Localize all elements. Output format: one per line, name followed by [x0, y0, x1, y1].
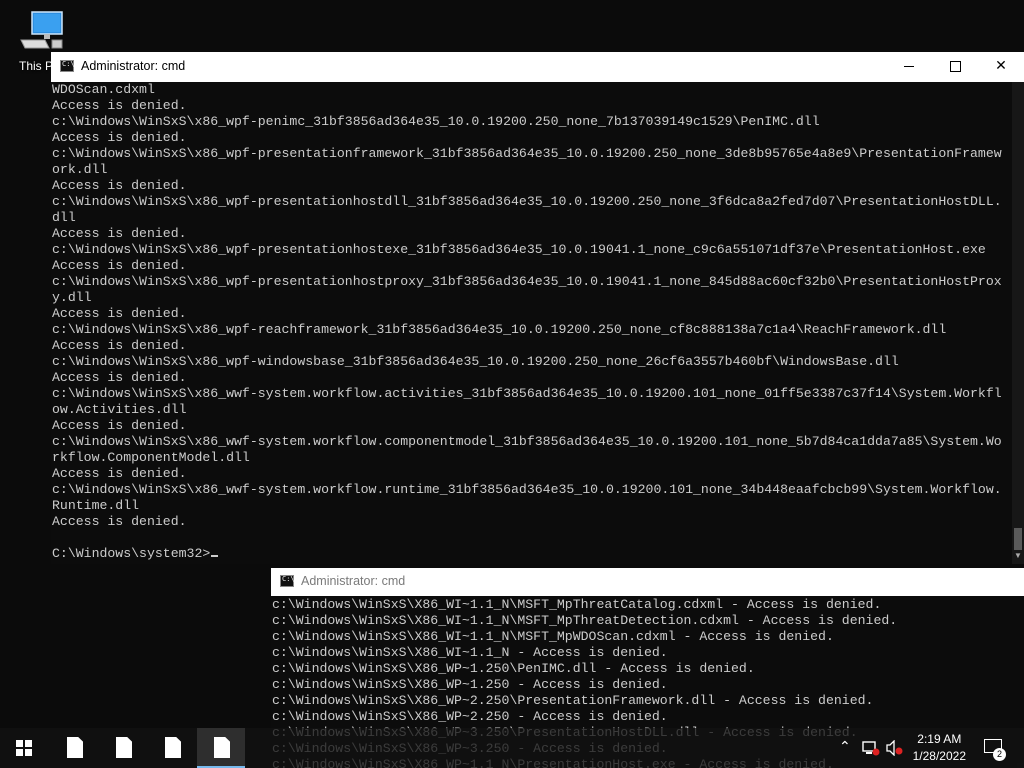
start-button[interactable]: [0, 728, 48, 768]
console-line: Access is denied.: [52, 466, 187, 481]
command-prompt-line[interactable]: C:\Windows\system32>: [52, 546, 1012, 562]
minimize-button[interactable]: [886, 52, 932, 82]
network-icon[interactable]: [862, 740, 880, 756]
console-line: Access is denied.: [52, 418, 187, 433]
taskbar-app-4[interactable]: [197, 728, 245, 768]
console-line: ow.Activities.dll: [52, 402, 187, 417]
console-line: c:\Windows\WinSxS\x86_wpf-presentationfr…: [52, 146, 1002, 161]
text-cursor: [211, 555, 219, 557]
taskbar: ⌃ 2:19 AM 1/28/2022 2: [0, 728, 1024, 768]
window-title: Administrator: cmd: [301, 574, 406, 588]
minimize-icon: [904, 65, 914, 67]
console-line: c:\Windows\WinSxS\x86_wpf-presentationho…: [52, 194, 1002, 209]
console-line: Access is denied.: [52, 370, 187, 385]
window-title: Administrator: cmd: [81, 59, 186, 73]
console-line: Access is denied.: [52, 338, 187, 353]
console-line: rkflow.ComponentModel.dll: [52, 450, 250, 465]
document-icon: [165, 737, 181, 758]
console-line: c:\Windows\WinSxS\x86_wwf-system.workflo…: [52, 386, 1002, 401]
windows-logo-icon: [16, 740, 32, 756]
clock-time: 2:19 AM: [917, 732, 962, 746]
console-line: c:\Windows\WinSxS\X86_WI~1.1_N\MSFT_MpTh…: [272, 613, 898, 628]
notification-count-badge: 2: [993, 748, 1006, 761]
console-line: dll: [52, 210, 76, 225]
console-line: c:\Windows\WinSxS\x86_wwf-system.workflo…: [52, 482, 1002, 497]
scroll-down-arrow-icon[interactable]: ▼: [1012, 550, 1024, 562]
taskbar-app-3[interactable]: [148, 728, 196, 768]
console-line: c:\Windows\WinSxS\X86_WP~2.250 - Access …: [272, 709, 668, 724]
console-line: c:\Windows\WinSxS\x86_wpf-reachframework…: [52, 322, 947, 337]
taskbar-app-2[interactable]: [99, 728, 147, 768]
command-prompt: C:\Windows\system32>: [52, 546, 211, 561]
console-line: c:\Windows\WinSxS\X86_WI~1.1_N - Access …: [272, 645, 668, 660]
console-line: c:\Windows\WinSxS\x86_wpf-presentationho…: [52, 242, 986, 257]
console-line: WDOScan.cdxml: [52, 82, 155, 97]
document-icon: [67, 737, 83, 758]
console-line: Access is denied.: [52, 226, 187, 241]
console-line: y.dll: [52, 290, 92, 305]
console-line: Access is denied.: [52, 130, 187, 145]
console-line: Runtime.dll: [52, 498, 140, 513]
volume-muted-icon[interactable]: [886, 740, 904, 756]
console-line: c:\Windows\WinSxS\x86_wpf-windowsbase_31…: [52, 354, 899, 369]
system-clock[interactable]: 2:19 AM 1/28/2022: [913, 731, 966, 765]
cmd-icon: [60, 60, 75, 72]
console-line: ork.dll: [52, 162, 108, 177]
vertical-scrollbar[interactable]: ▼: [1012, 82, 1024, 564]
console-line: Access is denied.: [52, 178, 187, 193]
console-line: c:\Windows\WinSxS\x86_wpf-penimc_31bf385…: [52, 114, 820, 129]
cmd-window-main[interactable]: Administrator: cmd ✕ WDOScan.cdxmlAccess…: [51, 52, 1024, 564]
show-hidden-icons-chevron-icon[interactable]: ⌃: [839, 739, 851, 755]
clock-date: 1/28/2022: [912, 749, 966, 763]
document-icon: [214, 737, 230, 758]
console-line: Access is denied.: [52, 514, 187, 529]
taskbar-app-1[interactable]: [50, 728, 98, 768]
console-line: c:\Windows\WinSxS\X86_WP~1.250 - Access …: [272, 677, 668, 692]
console-line: c:\Windows\WinSxS\X86_WP~2.250\Presentat…: [272, 693, 874, 708]
close-icon: ✕: [995, 58, 1007, 74]
title-bar[interactable]: Administrator: cmd ✕: [51, 52, 1024, 82]
document-icon: [116, 737, 132, 758]
cmd-icon: [280, 575, 295, 587]
console-line: Access is denied.: [52, 258, 187, 273]
console-line: c:\Windows\WinSxS\X86_WI~1.1_N\MSFT_MpWD…: [272, 629, 834, 644]
title-bar[interactable]: Administrator: cmd: [271, 568, 1024, 596]
maximize-button[interactable]: [932, 52, 978, 82]
computer-icon: [20, 11, 63, 49]
console-line: c:\Windows\WinSxS\X86_WI~1.1_N\MSFT_MpTh…: [272, 597, 882, 612]
console-line: Access is denied.: [52, 306, 187, 321]
console-line: c:\Windows\WinSxS\x86_wwf-system.workflo…: [52, 434, 1002, 449]
console-output[interactable]: WDOScan.cdxml Access is denied. c:\Windows…: [52, 82, 1012, 564]
console-line: c:\Windows\WinSxS\x86_wpf-presentationho…: [52, 274, 1002, 289]
console-line: c:\Windows\WinSxS\X86_WP~1.250\PenIMC.dl…: [272, 661, 755, 676]
scrollbar-thumb[interactable]: [1014, 528, 1022, 550]
close-button[interactable]: ✕: [978, 52, 1024, 82]
maximize-icon: [949, 60, 961, 72]
console-line: Access is denied.: [52, 98, 187, 113]
